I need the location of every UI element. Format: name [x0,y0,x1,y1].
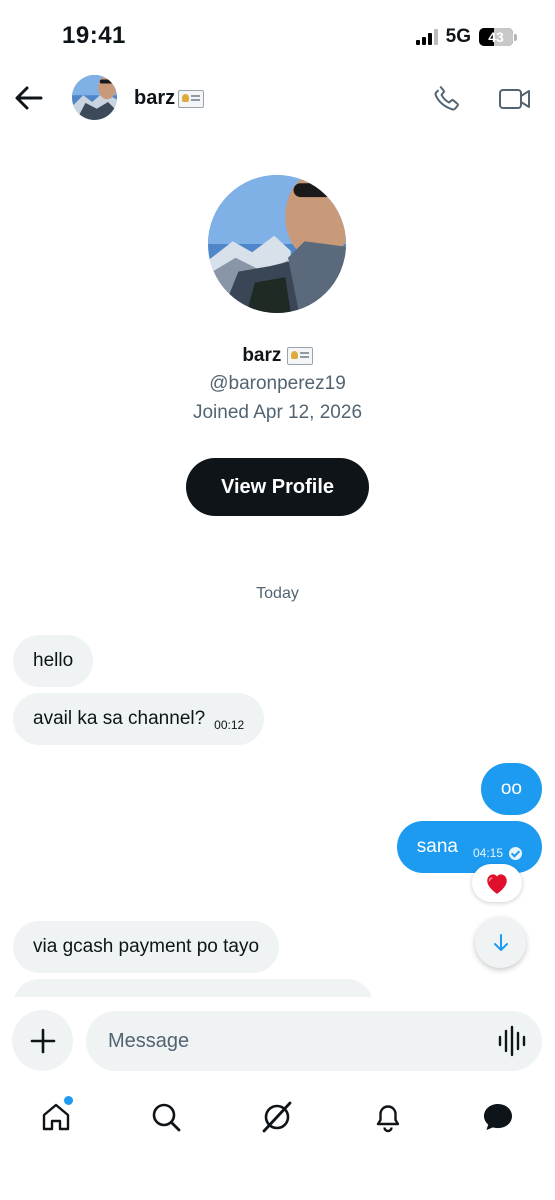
arrow-down-icon [493,933,508,951]
nav-search[interactable] [146,1097,186,1137]
date-separator: Today [256,585,299,602]
heart-reaction-icon[interactable] [472,864,522,902]
network-type: 5G [445,26,471,47]
header-name-text: barz [134,87,176,109]
add-attachment-button[interactable] [12,1010,73,1071]
messages-icon [484,1104,512,1130]
header-avatar[interactable] [72,75,117,120]
message-text: avail ka sa channel? [33,708,206,729]
scroll-to-bottom-button[interactable] [475,917,526,968]
message-text: oo [500,778,522,799]
message-text: sana [416,836,458,857]
message-bubble-incoming[interactable]: via gcash payment po tayo [13,921,280,973]
signal-icon [415,29,438,45]
notifications-icon [376,1105,400,1133]
profile-handle: @baronperez19 [209,373,346,394]
message-timestamp: 04:15 [472,846,503,860]
phone-icon[interactable] [432,83,462,113]
nav-grok[interactable] [257,1097,297,1137]
message-text: via gcash payment po tayo [33,936,260,957]
view-profile-button[interactable]: View Profile [186,458,369,516]
profile-joined-date: Joined Apr 12, 2026 [192,402,363,423]
status-indicators: 5G 43 [415,26,517,48]
header-name[interactable]: barz [134,87,205,110]
message-bubble-outgoing[interactable]: sana 04:15 [396,821,542,873]
message-timestamp: 00:12 [214,718,245,732]
message-bubble-incoming[interactable]: avail ka sa channel? 00:12 [13,693,265,745]
plus-icon [30,1028,55,1053]
message-bubble-incoming[interactable]: hello [13,635,94,687]
message-text: hello [33,650,74,671]
profile-name: barz [0,345,555,367]
profile-avatar[interactable] [208,175,346,313]
grok-icon [262,1101,292,1133]
nav-messages[interactable] [478,1097,518,1137]
read-receipt-icon [509,846,522,860]
search-icon [152,1103,181,1132]
id-card-icon [286,346,313,365]
message-input[interactable] [86,1011,542,1071]
notification-dot [62,1094,75,1107]
back-arrow-icon[interactable] [14,84,44,112]
nav-notifications[interactable] [368,1097,408,1137]
profile-name-text: barz [242,345,282,366]
status-time: 19:41 [62,22,126,49]
battery-icon: 43 [479,28,517,46]
battery-level: 43 [488,29,504,45]
id-card-icon [178,89,205,108]
voice-message-icon[interactable] [497,1025,527,1057]
video-camera-icon[interactable] [498,85,532,113]
message-bubble-outgoing[interactable]: oo [480,763,542,815]
